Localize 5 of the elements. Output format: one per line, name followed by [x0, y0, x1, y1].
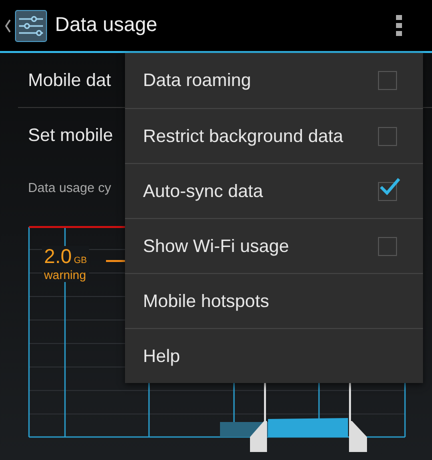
warning-unit: GB: [74, 255, 87, 265]
warning-label: warning: [44, 268, 87, 282]
screen-title: Data usage: [55, 14, 158, 37]
cycle-label: Data usage cy: [28, 180, 112, 194]
warning-value: 2.0: [44, 246, 72, 269]
